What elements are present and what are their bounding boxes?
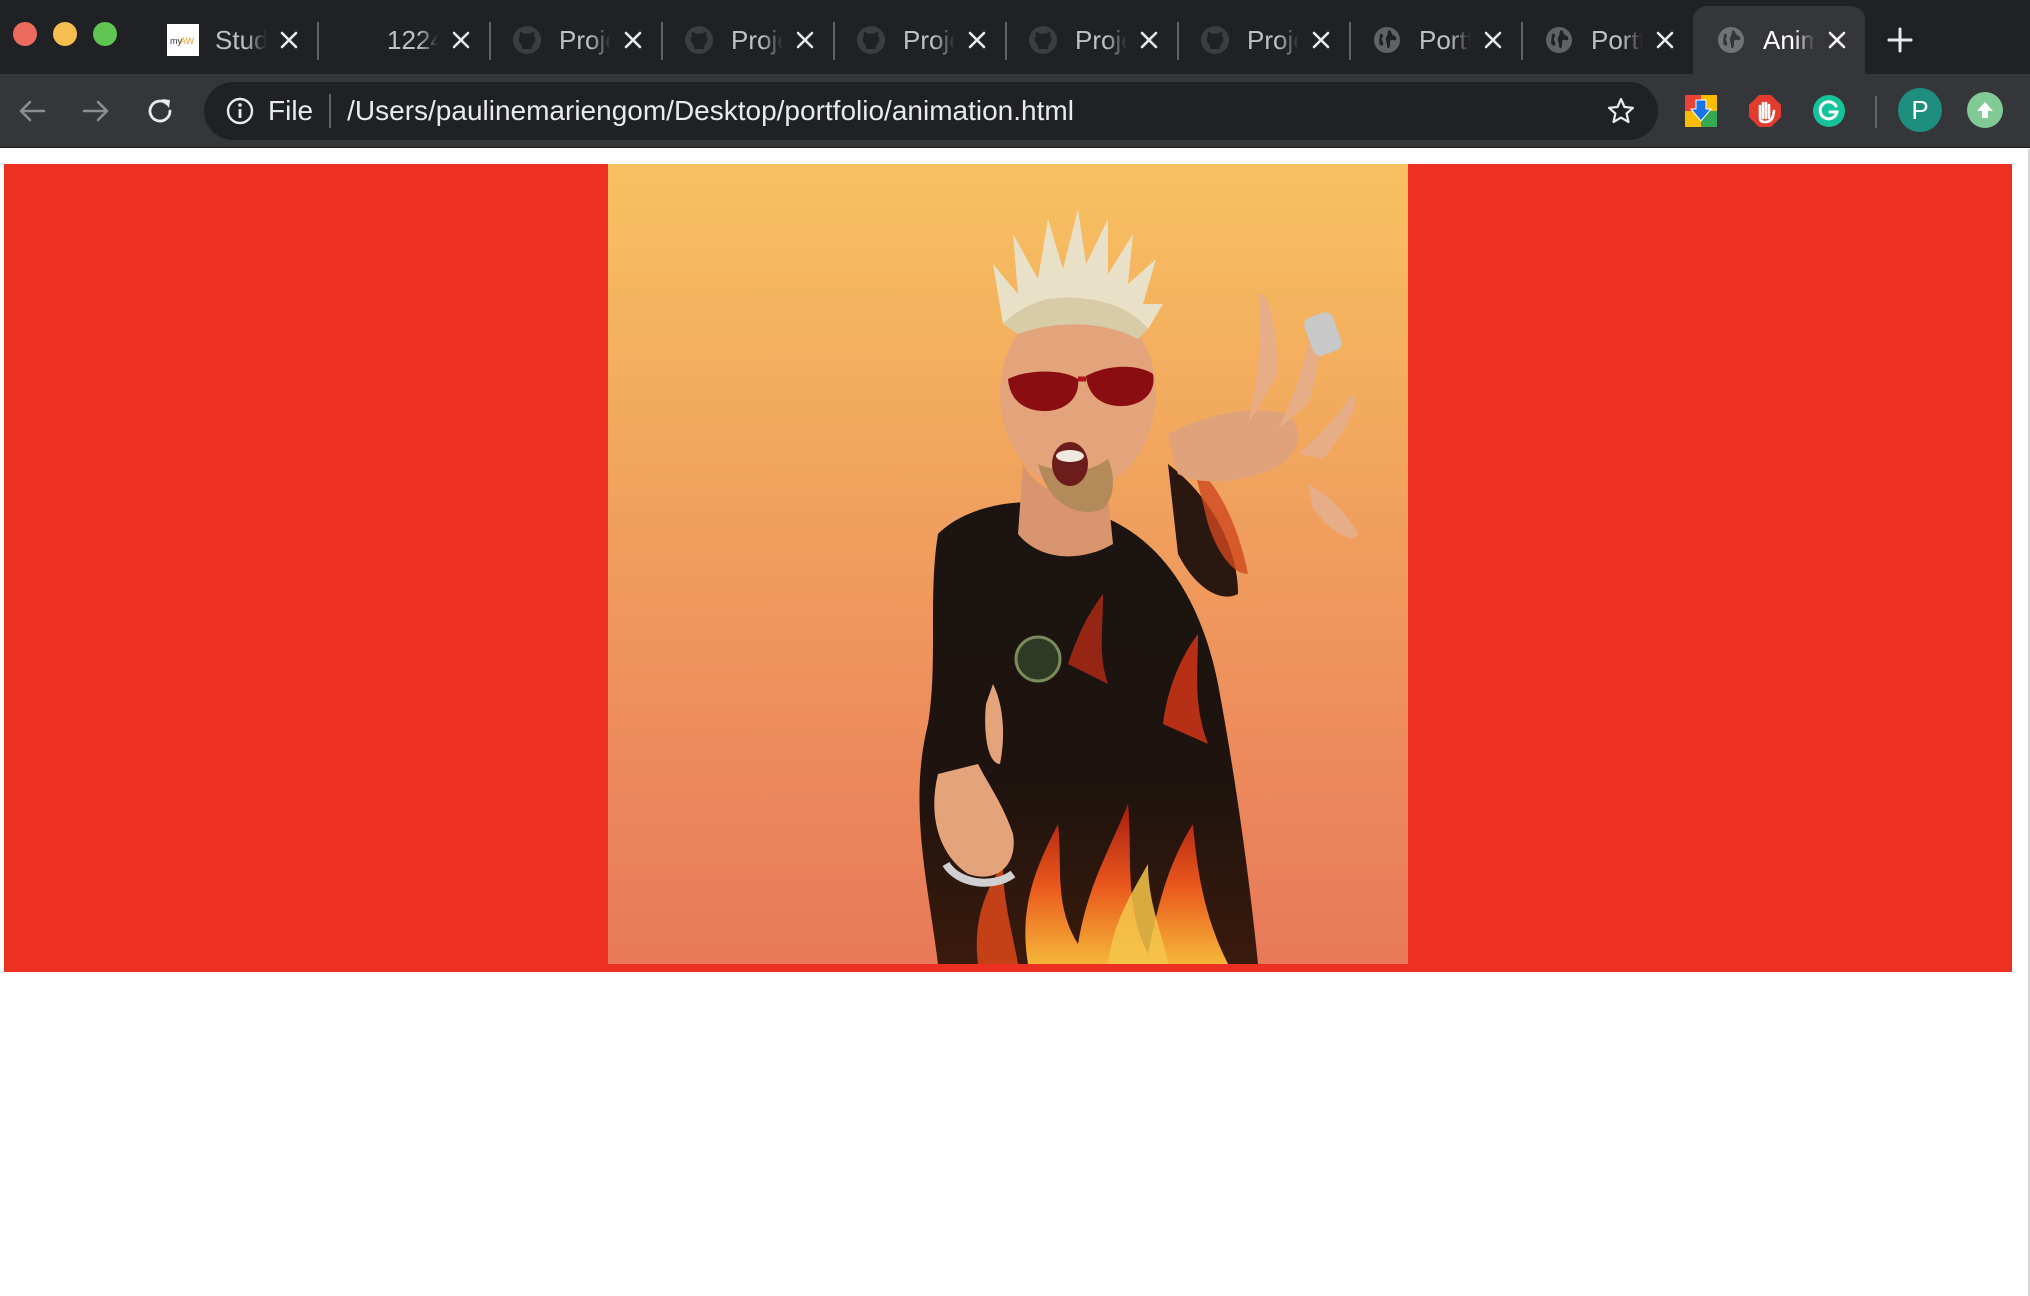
browser-toolbar: File /Users/paulinemariengom/Desktop/por…	[0, 74, 2030, 148]
close-icon[interactable]	[1135, 26, 1163, 54]
github-icon	[511, 24, 543, 56]
tab-title: Portfolio	[1591, 24, 1643, 55]
arrow-right-icon	[82, 100, 109, 122]
github-icon	[855, 24, 887, 56]
tab-list: myAW Student 1224 Project	[145, 6, 1865, 74]
tab-title: Project	[1247, 24, 1299, 55]
globe-icon	[1715, 24, 1747, 56]
tab-portfolio[interactable]: Portfolio	[1349, 6, 1521, 74]
new-tab-button[interactable]	[1880, 20, 1920, 60]
page-viewport	[0, 149, 2030, 1296]
forward-button[interactable]	[76, 91, 116, 131]
toolbar-divider	[1875, 96, 1877, 128]
tab-strip: myAW Student 1224 Project	[0, 0, 2030, 74]
arrow-left-icon	[19, 100, 46, 122]
profile-avatar-button[interactable]: P	[1898, 88, 1942, 132]
globe-icon	[1543, 24, 1575, 56]
tab-project[interactable]: Project	[833, 6, 1005, 74]
tab-title: Project	[1075, 24, 1127, 55]
github-icon	[1199, 24, 1231, 56]
page-scheme-label: File	[268, 95, 314, 126]
tab-project[interactable]: Project	[489, 6, 661, 74]
github-icon	[683, 24, 715, 56]
tab-project[interactable]: Project	[661, 6, 833, 74]
tab-project[interactable]: Project	[1005, 6, 1177, 74]
tab-1224[interactable]: 1224	[317, 6, 489, 74]
globe-icon	[1371, 24, 1403, 56]
back-button[interactable]	[12, 91, 52, 131]
download-extension-icon[interactable]	[1683, 93, 1719, 129]
zoom-window-button[interactable]	[93, 22, 117, 46]
myaw-favicon-icon: my AW	[167, 24, 199, 56]
hero-photo	[608, 164, 1408, 964]
tab-title: Animation	[1763, 24, 1815, 55]
tab-portfolio[interactable]: Portfolio	[1521, 6, 1693, 74]
adblock-hand-icon[interactable]	[1747, 93, 1783, 129]
url-text[interactable]: /Users/paulinemariengom/Desktop/portfoli…	[347, 95, 1074, 127]
svg-text:AW: AW	[180, 36, 195, 46]
reload-icon	[148, 99, 172, 123]
github-icon	[1027, 24, 1059, 56]
close-icon[interactable]	[1307, 26, 1335, 54]
tab-title: Student	[215, 24, 267, 55]
close-icon[interactable]	[1479, 26, 1507, 54]
close-icon[interactable]	[1651, 26, 1679, 54]
bookmark-star-icon[interactable]	[1604, 94, 1638, 128]
address-bar[interactable]: File /Users/paulinemariengom/Desktop/por…	[204, 82, 1658, 140]
minimize-window-button[interactable]	[53, 22, 77, 46]
divider	[329, 94, 332, 128]
plus-icon	[1887, 27, 1913, 53]
profile-initial: P	[1911, 94, 1929, 125]
grammarly-icon[interactable]	[1811, 93, 1847, 129]
update-available-icon[interactable]	[1967, 92, 2003, 128]
tab-project[interactable]: Project	[1177, 6, 1349, 74]
close-icon[interactable]	[791, 26, 819, 54]
close-icon[interactable]	[447, 26, 475, 54]
tab-title: Project	[903, 24, 955, 55]
close-icon[interactable]	[275, 26, 303, 54]
blank-favicon-icon	[339, 24, 371, 56]
tab-title: Portfolio	[1419, 24, 1471, 55]
tab-animation[interactable]: Animation	[1693, 6, 1865, 74]
man-with-sunglasses-image	[919, 209, 1358, 964]
red-banner	[4, 164, 2012, 972]
info-icon[interactable]	[224, 95, 256, 127]
tab-title: Project	[731, 24, 783, 55]
tab-student[interactable]: myAW Student	[145, 6, 317, 74]
close-icon[interactable]	[619, 26, 647, 54]
tab-title: 1224	[387, 24, 439, 55]
close-icon[interactable]	[1823, 26, 1851, 54]
reload-button[interactable]	[140, 91, 180, 131]
close-icon[interactable]	[963, 26, 991, 54]
tab-title: Project	[559, 24, 611, 55]
close-window-button[interactable]	[13, 22, 37, 46]
